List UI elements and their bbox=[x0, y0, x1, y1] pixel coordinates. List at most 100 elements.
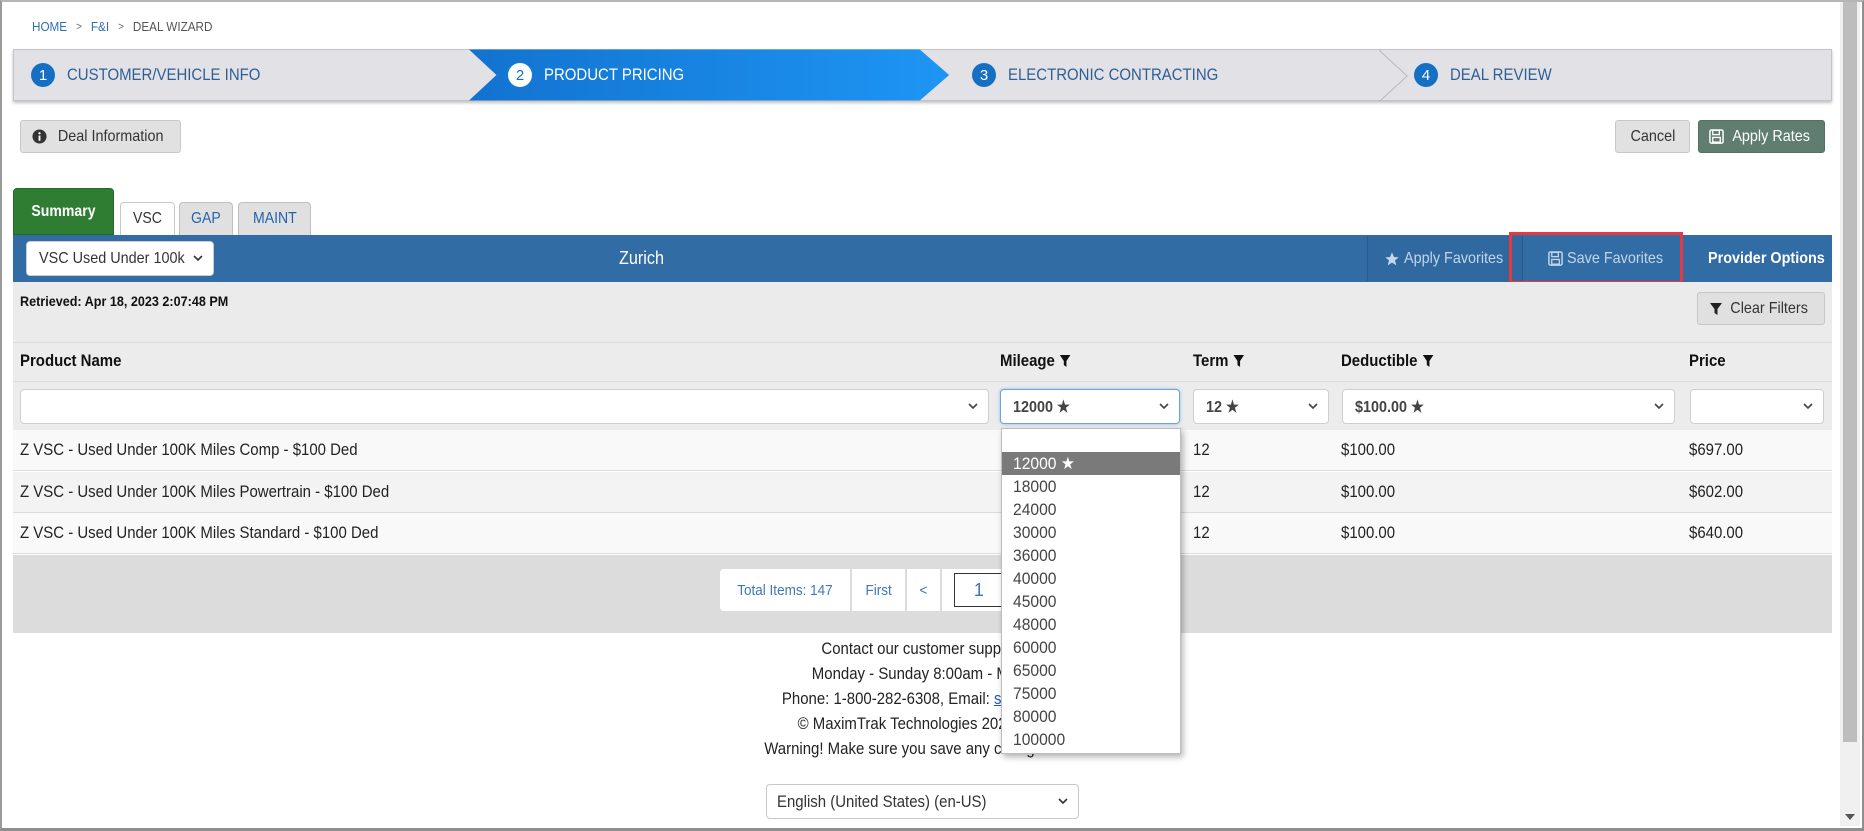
filter-row: 12000 ★ 12 ★ $100.00 ★ bbox=[13, 382, 1832, 430]
mileage-option[interactable]: 45000 bbox=[1002, 590, 1180, 613]
step-number: 2 bbox=[508, 63, 532, 87]
clear-filters-button[interactable]: Clear Filters bbox=[1697, 292, 1825, 325]
chevron-down-icon bbox=[1654, 403, 1664, 410]
filter-icon bbox=[1710, 302, 1723, 315]
wizard-step-customer-vehicle[interactable]: 1 CUSTOMER/VEHICLE INFO bbox=[31, 50, 287, 100]
grid-toolbar: Retrieved: Apr 18, 2023 2:07:48 PM Clear… bbox=[13, 282, 1832, 342]
table-header: Product Name Mileage Term Deductible Pri… bbox=[13, 342, 1832, 382]
info-icon bbox=[32, 129, 47, 144]
prev-page-button[interactable]: < bbox=[907, 569, 940, 611]
cell-price: $640.00 bbox=[1689, 523, 1744, 542]
wizard-step-deal-review[interactable]: 4 DEAL REVIEW bbox=[1414, 50, 1566, 100]
breadcrumb-fi[interactable]: F&I bbox=[91, 19, 109, 34]
scrollbar-thumb[interactable] bbox=[1843, 2, 1857, 742]
apply-favorites-button[interactable]: Apply Favorites bbox=[1367, 236, 1523, 281]
column-header-product-name[interactable]: Product Name bbox=[20, 351, 121, 371]
mileage-option[interactable]: 80000 bbox=[1002, 705, 1180, 728]
mileage-option[interactable]: 40000 bbox=[1002, 567, 1180, 590]
mileage-option[interactable]: 48000 bbox=[1002, 613, 1180, 636]
language-value: English (United States) (en-US) bbox=[777, 791, 987, 811]
table-row[interactable]: Z VSC - Used Under 100K Miles Comp - $10… bbox=[13, 430, 1832, 471]
column-header-term[interactable]: Term bbox=[1193, 351, 1245, 371]
filter-icon[interactable] bbox=[1422, 354, 1434, 368]
deductible-filter-select[interactable]: $100.00 ★ bbox=[1342, 389, 1675, 424]
filter-icon[interactable] bbox=[1233, 354, 1245, 368]
clear-filters-label: Clear Filters bbox=[1730, 299, 1809, 317]
tab-gap[interactable]: GAP bbox=[179, 202, 233, 235]
filter-value: 12000 ★ bbox=[1013, 398, 1070, 416]
column-label: Mileage bbox=[1000, 351, 1055, 370]
apply-rates-button[interactable]: Apply Rates bbox=[1698, 120, 1825, 153]
apply-rates-label: Apply Rates bbox=[1732, 127, 1810, 145]
page-scrollbar[interactable] bbox=[1840, 2, 1860, 826]
table-row[interactable]: Z VSC - Used Under 100K Miles Powertrain… bbox=[13, 472, 1832, 513]
total-items: Total Items: 147 bbox=[720, 569, 850, 611]
step-label: PRODUCT PRICING bbox=[544, 65, 685, 84]
language-select[interactable]: English (United States) (en-US) bbox=[766, 784, 1079, 819]
plan-select-value: VSC Used Under 100k bbox=[39, 249, 185, 267]
mileage-option[interactable]: 60000 bbox=[1002, 636, 1180, 659]
step-label: ELECTRONIC CONTRACTING bbox=[1008, 65, 1219, 84]
tab-label: VSC bbox=[133, 210, 162, 227]
wizard-step-electronic-contracting[interactable]: 3 ELECTRONIC CONTRACTING bbox=[972, 50, 1247, 100]
step-label: CUSTOMER/VEHICLE INFO bbox=[67, 65, 261, 84]
footer-copyright-line: © MaximTrak Technologies 2023 Rig bbox=[798, 714, 1042, 733]
tab-vsc[interactable]: VSC bbox=[120, 202, 175, 235]
column-label: Product Name bbox=[20, 351, 122, 370]
filter-icon[interactable] bbox=[1059, 354, 1071, 368]
tab-label: Summary bbox=[31, 202, 96, 220]
breadcrumb-separator: > bbox=[76, 20, 82, 33]
cell-product-name: Z VSC - Used Under 100K Miles Powertrain… bbox=[20, 482, 390, 501]
mileage-option[interactable]: 24000 bbox=[1002, 498, 1180, 521]
pager-area: Total Items: 147 First < bbox=[13, 555, 1832, 633]
plan-select[interactable]: VSC Used Under 100k bbox=[26, 241, 214, 276]
deal-information-button[interactable]: Deal Information bbox=[20, 120, 181, 153]
apply-favorites-label: Apply Favorites bbox=[1404, 249, 1504, 267]
wizard-step-product-pricing[interactable]: 2 PRODUCT PRICING bbox=[508, 50, 703, 100]
mileage-option[interactable]: 75000 bbox=[1002, 682, 1180, 705]
cell-deductible: $100.00 bbox=[1341, 523, 1396, 542]
column-label: Term bbox=[1193, 351, 1229, 370]
mileage-dropdown-list: 12000 ★ 18000 24000 30000 36000 40000 45000 480… bbox=[1001, 428, 1181, 754]
cell-product-name: Z VSC - Used Under 100K Miles Comp - $10… bbox=[20, 440, 358, 459]
tab-summary[interactable]: Summary bbox=[13, 188, 114, 235]
retrieved-timestamp: Retrieved: Apr 18, 2023 2:07:48 PM bbox=[20, 293, 229, 309]
cell-price: $602.00 bbox=[1689, 482, 1744, 501]
price-filter-select[interactable] bbox=[1690, 389, 1824, 424]
provider-options-button[interactable]: Provider Options bbox=[1696, 236, 1832, 281]
chevron-down-icon bbox=[1803, 403, 1813, 410]
mileage-option[interactable]: 30000 bbox=[1002, 521, 1180, 544]
pager: Total Items: 147 First < bbox=[720, 569, 1018, 611]
mileage-option[interactable]: 12000 ★ bbox=[1002, 452, 1180, 475]
tab-maint[interactable]: MAINT bbox=[238, 202, 311, 235]
cell-product-name: Z VSC - Used Under 100K Miles Standard -… bbox=[20, 523, 379, 542]
mileage-filter-select[interactable]: 12000 ★ bbox=[1000, 389, 1180, 424]
chevron-down-icon bbox=[1159, 403, 1169, 410]
product-name-filter-select[interactable] bbox=[20, 389, 989, 424]
footer-warning-line: Warning! Make sure you save any changes … bbox=[764, 739, 1076, 758]
column-header-mileage[interactable]: Mileage bbox=[1000, 351, 1072, 371]
mileage-option[interactable]: 100000 bbox=[1002, 728, 1180, 751]
scroll-down-arrow-icon[interactable] bbox=[1845, 814, 1855, 820]
footer: Contact our customer support Monday - Su… bbox=[0, 636, 1840, 761]
step-number: 3 bbox=[972, 63, 996, 87]
breadcrumb-deal-wizard: DEAL WIZARD bbox=[132, 19, 213, 34]
term-filter-select[interactable]: 12 ★ bbox=[1193, 389, 1329, 424]
chevron-down-icon bbox=[1308, 403, 1318, 410]
footer-phone-line: Phone: 1-800-282-6308, Email: support@ bbox=[0, 686, 1840, 711]
mileage-option[interactable]: 36000 bbox=[1002, 544, 1180, 567]
column-header-deductible[interactable]: Deductible bbox=[1341, 351, 1434, 371]
breadcrumb-home[interactable]: HOME bbox=[32, 19, 67, 34]
cell-deductible: $100.00 bbox=[1341, 440, 1396, 459]
cell-term: 12 bbox=[1193, 523, 1210, 542]
mileage-option[interactable]: 65000 bbox=[1002, 659, 1180, 682]
save-favorites-highlight bbox=[1509, 232, 1683, 284]
page-number-input[interactable] bbox=[953, 573, 1004, 607]
tab-label: MAINT bbox=[252, 210, 297, 227]
first-page-button[interactable]: First bbox=[851, 569, 906, 611]
star-icon bbox=[1385, 251, 1399, 265]
column-header-price[interactable]: Price bbox=[1689, 351, 1726, 371]
mileage-option[interactable]: 18000 bbox=[1002, 475, 1180, 498]
cancel-button[interactable]: Cancel bbox=[1615, 120, 1690, 153]
table-row[interactable]: Z VSC - Used Under 100K Miles Standard -… bbox=[13, 513, 1832, 554]
